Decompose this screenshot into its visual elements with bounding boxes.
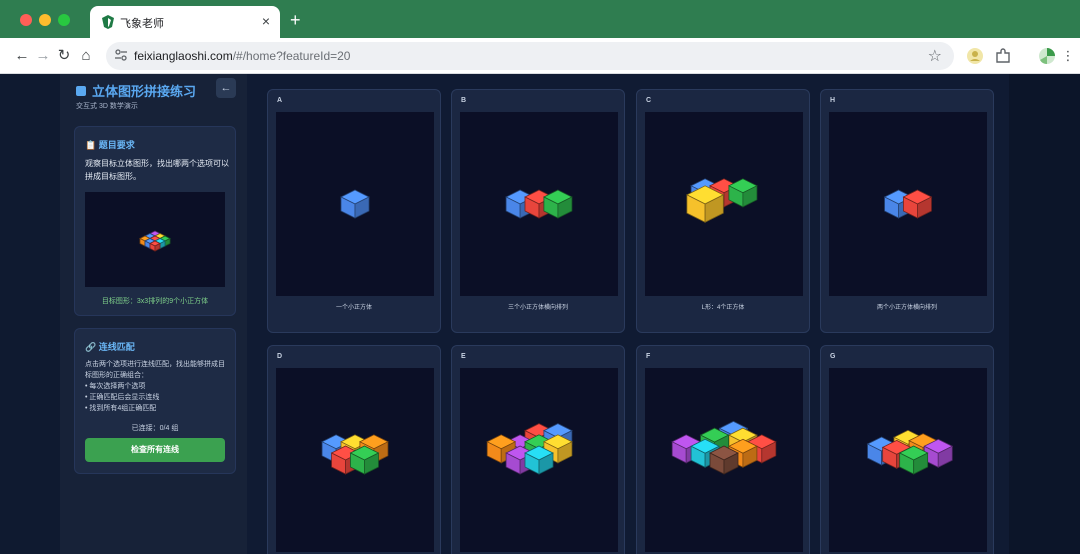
- option-card-h[interactable]: H 两个小正方体横向排列: [820, 89, 994, 333]
- option-shape-canvas: [866, 429, 954, 475]
- browser-tab[interactable]: 飞象老师 ×: [90, 6, 280, 38]
- url-path: /#/home?featureId=20: [232, 49, 351, 63]
- requirement-text: 观察目标立体图形，找出哪两个选项可以拼成目标图形。: [85, 159, 229, 181]
- site-settings-icon[interactable]: [114, 48, 128, 62]
- blue-cube: [340, 189, 370, 219]
- back-arrow-icon[interactable]: ←: [12, 46, 32, 66]
- option-3d-view[interactable]: [460, 368, 618, 552]
- option-shape-canvas: [486, 423, 573, 475]
- matching-intro: 点击两个选项进行连线匹配，找出能够拼成目标图形的正确组合：: [85, 361, 225, 379]
- forward-arrow-icon[interactable]: →: [33, 46, 53, 66]
- page-title-text: 立体图形拼接练习: [92, 84, 197, 99]
- option-shape-canvas: [686, 178, 758, 223]
- options-grid: A 一个小正方体 B 三个小正方体横向排列 C L形：4个正方体 H 两个小正方…: [247, 74, 1009, 554]
- option-shape-canvas: [883, 189, 933, 219]
- tab-close-icon[interactable]: ×: [262, 13, 270, 29]
- option-3d-view[interactable]: [645, 112, 803, 296]
- matching-title: 🔗 连线匹配: [85, 342, 135, 352]
- close-window-button[interactable]: [20, 14, 32, 26]
- matching-panel: 🔗 连线匹配 点击两个选项进行连线匹配，找出能够拼成目标图形的正确组合： • 每…: [74, 328, 236, 474]
- extensions-puzzle-icon[interactable]: [994, 47, 1012, 65]
- connection-status: 已连接：0/4 组: [131, 425, 179, 432]
- option-card-f[interactable]: F: [636, 345, 810, 554]
- more-menu-icon[interactable]: ⋮: [1058, 46, 1078, 66]
- option-letter: H: [830, 97, 836, 104]
- option-3d-view[interactable]: [829, 368, 987, 552]
- app-page: 立体图形拼接练习 交互式 3D 数学演示 ← 📋 题目要求 观察目标立体图形，找…: [0, 74, 1080, 554]
- home-icon[interactable]: ⌂: [76, 46, 96, 66]
- option-letter: A: [277, 97, 283, 104]
- back-button[interactable]: ←: [216, 78, 236, 98]
- option-3d-view[interactable]: [276, 368, 434, 552]
- cube-logo-icon: [76, 85, 86, 96]
- target-3d-view[interactable]: [85, 192, 225, 287]
- option-3d-view[interactable]: [645, 368, 803, 552]
- option-letter: G: [830, 353, 836, 360]
- option-shape-canvas: [671, 420, 777, 475]
- option-card-b[interactable]: B 三个小正方体横向排列: [451, 89, 625, 333]
- profile-avatar-icon[interactable]: [1038, 47, 1056, 65]
- bookmark-star-icon[interactable]: ☆: [928, 46, 942, 66]
- check-all-connections-button[interactable]: 检查所有连线: [85, 438, 225, 462]
- new-tab-button[interactable]: +: [290, 11, 301, 29]
- tab-title: 飞象老师: [120, 18, 164, 30]
- matching-bullet: • 每次选择两个选项: [85, 383, 146, 390]
- option-caption: L形：4个正方体: [701, 305, 745, 311]
- option-letter: B: [461, 97, 467, 104]
- maximize-window-button[interactable]: [58, 14, 70, 26]
- option-caption: 一个小正方体: [335, 305, 372, 311]
- option-shape-canvas: [340, 189, 370, 219]
- option-letter: D: [277, 353, 283, 360]
- target-cube: [149, 240, 161, 252]
- option-card-g[interactable]: G: [820, 345, 994, 554]
- reload-icon[interactable]: ↻: [54, 46, 74, 66]
- page-title: 立体图形拼接练习: [76, 81, 196, 100]
- option-3d-view[interactable]: [276, 112, 434, 296]
- option-shape-canvas: [505, 189, 573, 219]
- option-letter: E: [461, 353, 466, 360]
- matching-bullet: • 正确匹配后会显示连线: [85, 394, 160, 401]
- requirement-title: 📋 题目要求: [85, 140, 135, 150]
- url-host: feixianglaoshi.com: [134, 49, 233, 63]
- url-text: feixianglaoshi.com/#/home?featureId=20: [134, 49, 350, 63]
- option-3d-view[interactable]: [460, 112, 618, 296]
- option-card-e[interactable]: E: [451, 345, 625, 554]
- option-letter: C: [646, 97, 652, 104]
- option-letter: F: [646, 353, 651, 360]
- target-caption: 目标图形：3x3排列的9个小正方体: [101, 298, 209, 305]
- matching-bullet: • 找到所有4组正确匹配: [85, 405, 157, 412]
- minimize-window-button[interactable]: [39, 14, 51, 26]
- option-caption: 三个小正方体横向排列: [507, 305, 568, 311]
- option-card-d[interactable]: D: [267, 345, 441, 554]
- page-right-gutter: [1009, 74, 1080, 554]
- sidebar: 立体图形拼接练习 交互式 3D 数学演示 ← 📋 题目要求 观察目标立体图形，找…: [60, 74, 247, 554]
- page-subtitle: 交互式 3D 数学演示: [76, 103, 138, 110]
- option-3d-view[interactable]: [829, 112, 987, 296]
- option-card-c[interactable]: C L形：4个正方体: [636, 89, 810, 333]
- browser-toolbar: ← → ↻ ⌂ feixianglaoshi.com/#/home?featur…: [0, 38, 1080, 74]
- site-favicon-icon: [102, 15, 114, 29]
- requirement-panel: 📋 题目要求 观察目标立体图形，找出哪两个选项可以拼成目标图形。 目标图形：3x…: [74, 126, 236, 316]
- address-bar[interactable]: feixianglaoshi.com/#/home?featureId=20 ☆: [106, 42, 954, 70]
- option-card-a[interactable]: A 一个小正方体: [267, 89, 441, 333]
- profile-extension-icon[interactable]: [966, 47, 984, 65]
- target-shape-canvas: [139, 230, 171, 252]
- option-shape-canvas: [321, 434, 389, 475]
- browser-titlebar: 飞象老师 × +: [0, 0, 1080, 38]
- option-caption: 两个小正方体横向排列: [876, 305, 937, 311]
